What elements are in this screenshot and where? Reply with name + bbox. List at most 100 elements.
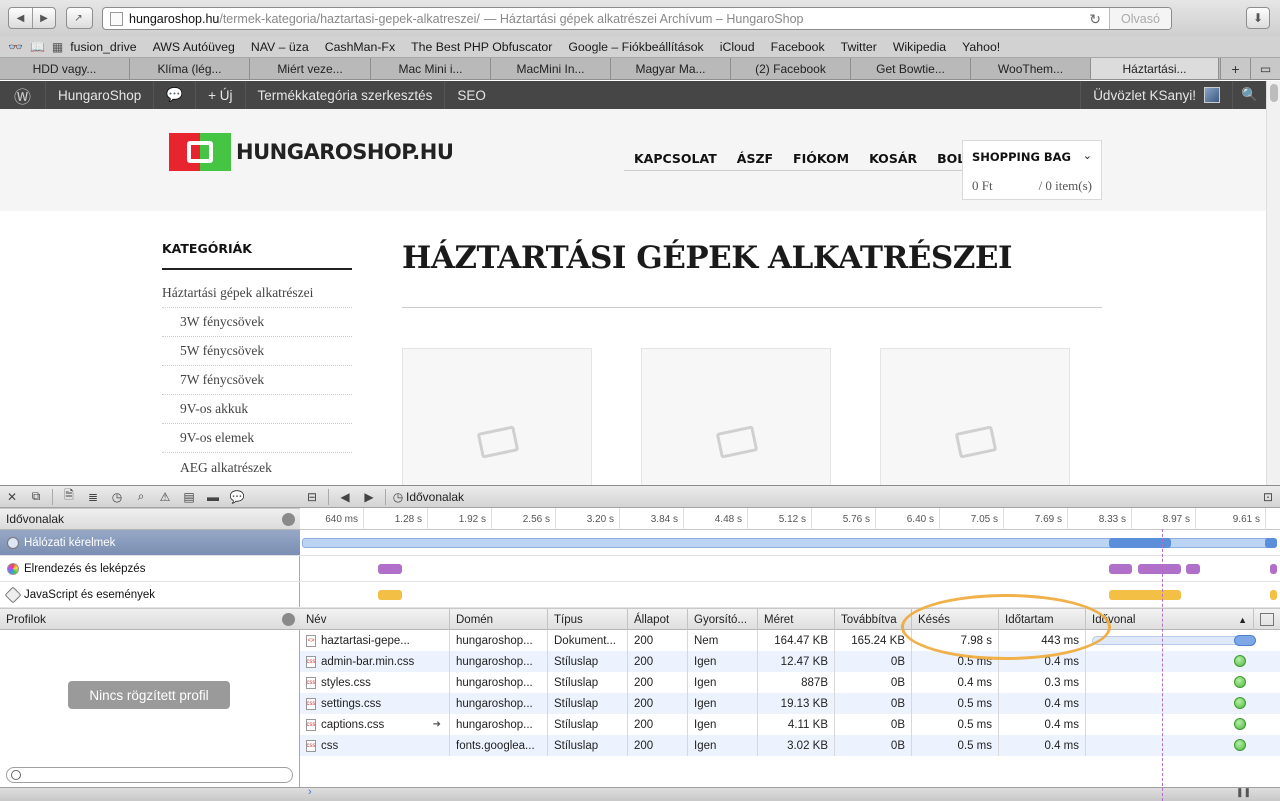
comments-icon[interactable]: 💬 — [154, 81, 197, 109]
bookmark-item[interactable]: iCloud — [720, 40, 755, 54]
browser-tab[interactable]: Miért veze... — [250, 58, 371, 79]
dock-icon[interactable]: ⧉ — [24, 487, 48, 507]
admin-greeting[interactable]: Üdvözlet KSanyi! — [1080, 81, 1232, 109]
go-to-resource-icon[interactable]: ➜ — [433, 719, 441, 730]
shopping-bag-widget[interactable]: SHOPPING BAG ⌄ 0 Ft / 0 item(s) — [962, 140, 1102, 200]
chevron-down-icon[interactable]: ⌄ — [1083, 149, 1092, 162]
timeline-network[interactable]: Hálózati kérelmek — [0, 530, 300, 556]
bookmark-item[interactable]: AWS Autóüveg — [153, 40, 235, 54]
scrollbar-thumb[interactable] — [1270, 84, 1278, 102]
search-icon[interactable]: ⌕ — [129, 487, 153, 507]
bookmark-item[interactable]: CashMan-Fx — [325, 40, 395, 54]
admin-seo-link[interactable]: SEO — [445, 81, 498, 109]
timeline-layout[interactable]: Elrendezés és leképzés — [0, 556, 300, 582]
network-row[interactable]: css captions.css ➜ hungaroshop... Stíluslap 2… — [300, 714, 1280, 735]
col-status[interactable]: Állapot — [628, 609, 688, 630]
product-card[interactable] — [880, 348, 1070, 488]
browser-tab[interactable]: WooThem... — [971, 58, 1091, 79]
browser-tab[interactable]: Klíma (lég... — [130, 58, 250, 79]
wordpress-logo-icon[interactable]: Ⓦ — [0, 81, 46, 109]
browser-tab[interactable]: Magyar Ma... — [611, 58, 731, 79]
network-row[interactable]: css admin-bar.min.css hungaroshop... Stílus… — [300, 651, 1280, 672]
network-row[interactable]: css css fonts.googlea... Stíluslap 200 Igen 3.… — [300, 735, 1280, 756]
category-link[interactable]: 9V-os akkuk — [162, 395, 352, 424]
storage-icon[interactable]: ≣ — [81, 487, 105, 507]
admin-site-link[interactable]: HungaroShop — [46, 81, 155, 109]
browser-tab[interactable]: MacMini In... — [491, 58, 611, 79]
script-lane[interactable] — [300, 582, 1280, 608]
browser-tab-active[interactable]: Háztartási... — [1091, 58, 1219, 79]
page-scrollbar[interactable] — [1266, 81, 1280, 485]
col-transferred[interactable]: Továbbítva — [835, 609, 912, 630]
record-button[interactable] — [282, 513, 295, 526]
col-cached[interactable]: Gyorsító... — [688, 609, 758, 630]
tab-overview-button[interactable]: ▭ — [1250, 58, 1280, 79]
admin-new-link[interactable]: + Új — [196, 81, 246, 109]
col-domain[interactable]: Domén — [450, 609, 548, 630]
record-profile-button[interactable] — [282, 613, 295, 626]
reader-button[interactable]: Olvasó — [1109, 8, 1171, 29]
bookmark-item[interactable]: fusion_drive — [70, 40, 136, 54]
browser-tab[interactable]: HDD vagy... — [0, 58, 130, 79]
category-link[interactable]: 7W fénycsövek — [162, 366, 352, 395]
bookmark-item[interactable]: Google – Fiókbeállítások — [568, 40, 703, 54]
network-lane[interactable] — [300, 530, 1280, 556]
bookmark-item[interactable]: NAV – üza — [251, 40, 309, 54]
product-card[interactable] — [641, 348, 831, 488]
split-icon[interactable]: ⊡ — [1256, 487, 1280, 507]
category-link[interactable]: AEG alkatrészek — [162, 453, 352, 482]
nav-kosar[interactable]: KOSÁR — [859, 146, 927, 170]
nav-kapcsolat[interactable]: KAPCSOLAT — [624, 146, 727, 170]
browser-tab[interactable]: (2) Facebook — [731, 58, 851, 79]
category-link[interactable]: 9V-os elemek — [162, 424, 352, 453]
forward-icon[interactable]: ▶ — [357, 487, 381, 507]
network-row[interactable]: css settings.css hungaroshop... Stíluslap 20… — [300, 693, 1280, 714]
nav-fiokom[interactable]: FIÓKOM — [783, 146, 859, 170]
network-row[interactable]: <> haztartasi-gepe... hungaroshop... Dokume… — [300, 630, 1280, 651]
back-button[interactable]: ◀ — [9, 8, 32, 28]
bookmark-item[interactable]: Wikipedia — [893, 40, 946, 54]
network-row[interactable]: css styles.css hungaroshop... Stíluslap 200 I… — [300, 672, 1280, 693]
product-card[interactable] — [402, 348, 592, 488]
close-icon[interactable]: ✕ — [0, 487, 24, 507]
bookmarks-book-icon[interactable]: 📖 — [30, 40, 45, 54]
bookmark-item[interactable]: The Best PHP Obfuscator — [411, 40, 552, 54]
column-picker-icon[interactable] — [1260, 613, 1274, 626]
col-name[interactable]: Név — [300, 609, 450, 630]
browser-tab[interactable]: Get Bowtie... — [851, 58, 971, 79]
forward-button[interactable]: ▶ — [32, 8, 55, 28]
downloads-button[interactable]: ⬇ — [1246, 7, 1270, 29]
new-tab-button[interactable]: + — [1220, 58, 1250, 79]
breakpoints-icon[interactable]: ▬ — [201, 487, 225, 507]
layout-lane[interactable] — [300, 556, 1280, 582]
col-size[interactable]: Méret — [758, 609, 835, 630]
timelines-icon[interactable]: ◷ — [105, 487, 129, 507]
col-timeline[interactable]: Idővonal ▲ — [1086, 609, 1254, 630]
address-bar[interactable]: hungaroshop.hu /termek-kategoria/haztart… — [102, 7, 1172, 30]
reload-icon[interactable]: ↻ — [1089, 11, 1101, 28]
reading-list-icon[interactable]: 👓 — [8, 40, 23, 54]
profiles-section-header[interactable]: Profilok — [0, 608, 300, 630]
timeline-javascript[interactable]: JavaScript és események — [0, 582, 300, 608]
pause-icon[interactable]: ❚❚ — [1236, 787, 1251, 798]
category-link[interactable]: Háztartási gépek alkatrészei — [162, 279, 352, 308]
search-icon[interactable]: 🔍 — [1232, 81, 1266, 109]
bookmark-item[interactable]: Twitter — [841, 40, 877, 54]
col-latency[interactable]: Késés — [912, 609, 999, 630]
category-link[interactable]: 3W fénycsövek — [162, 308, 352, 337]
col-duration[interactable]: Időtartam — [999, 609, 1086, 630]
top-sites-grid-icon[interactable]: ▦ — [52, 40, 63, 54]
share-button[interactable]: ↗ — [66, 7, 93, 29]
col-type[interactable]: Típus — [548, 609, 628, 630]
timelines-section-header[interactable]: Idővonalak — [0, 508, 300, 530]
sidebar-toggle-icon[interactable]: ⊟ — [300, 487, 324, 507]
resources-icon[interactable]: 🗎 — [57, 487, 81, 507]
debugger-icon[interactable]: ▤ — [177, 487, 201, 507]
browser-tab[interactable]: Mac Mini i... — [371, 58, 491, 79]
bookmark-item[interactable]: Facebook — [771, 40, 825, 54]
site-logo[interactable]: HUNGAROSHOP.HU — [169, 133, 454, 171]
nav-aszf[interactable]: ÁSZF — [727, 146, 783, 170]
category-link[interactable]: 5W fénycsövek — [162, 337, 352, 366]
console-icon[interactable]: 💬 — [225, 487, 249, 507]
issues-icon[interactable]: ⚠ — [153, 487, 177, 507]
